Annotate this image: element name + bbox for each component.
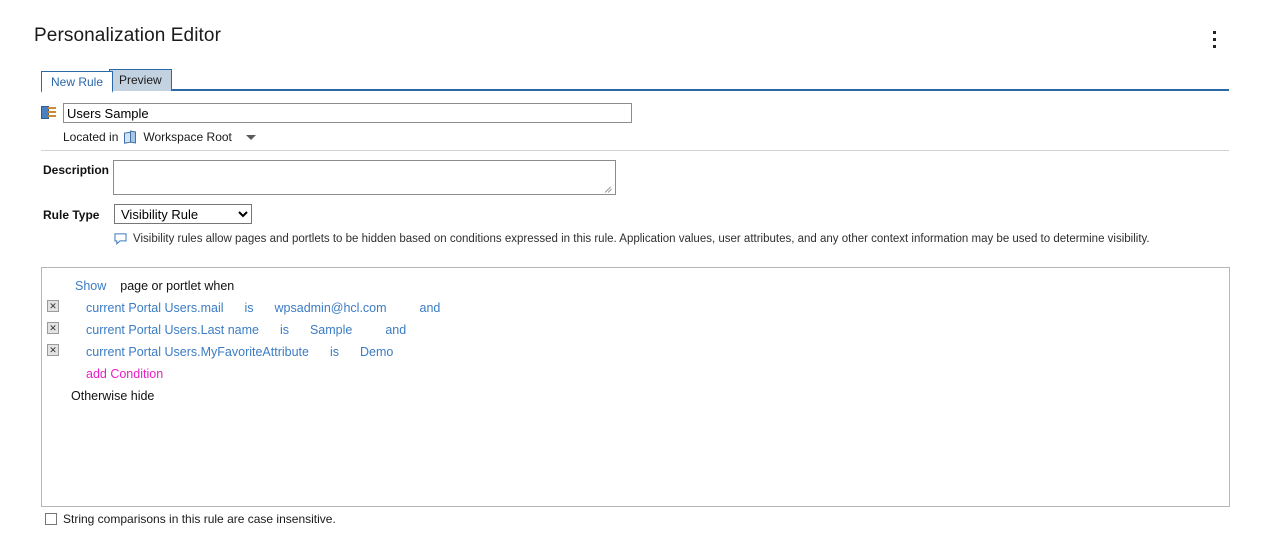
delete-condition-icon[interactable]: ✕ — [47, 344, 59, 356]
condition-value[interactable]: Sample — [310, 323, 352, 337]
condition-row: ✕ current Portal Users.MyFavoriteAttribu… — [42, 341, 1229, 363]
tab-new-rule[interactable]: New Rule — [41, 71, 114, 93]
help-text: Visibility rules allow pages and portlet… — [133, 233, 1150, 245]
add-condition-row: add Condition — [42, 363, 1229, 385]
otherwise-row: Otherwise hide — [42, 385, 1229, 407]
add-condition-link[interactable]: add Condition — [42, 367, 163, 381]
kebab-dot — [1212, 37, 1216, 41]
condition-attribute[interactable]: current Portal Users.mail — [86, 301, 224, 315]
condition-operator[interactable]: is — [245, 301, 254, 315]
condition-connector[interactable]: and — [385, 323, 406, 337]
condition-body: current Portal Users.mail is wpsadmin@hc… — [42, 301, 440, 315]
condition-body: current Portal Users.MyFavoriteAttribute… — [42, 345, 393, 359]
rule-document-icon — [41, 106, 56, 120]
condition-connector[interactable]: and — [420, 301, 441, 315]
rule-type-label: Rule Type — [43, 208, 100, 222]
rule-action-suffix: page or portlet when — [120, 279, 235, 293]
case-insensitive-row: String comparisons in this rule are case… — [45, 512, 336, 526]
condition-value[interactable]: wpsadmin@hcl.com — [275, 301, 387, 315]
case-insensitive-label: String comparisons in this rule are case… — [63, 512, 336, 526]
condition-operator[interactable]: is — [330, 345, 339, 359]
rule-editor-panel: Show page or portlet when ✕ current Port… — [41, 267, 1230, 507]
description-textarea[interactable] — [113, 160, 616, 195]
condition-row: ✕ current Portal Users.Last name is Samp… — [42, 319, 1229, 341]
description-label: Description — [43, 163, 110, 177]
tab-preview[interactable]: Preview — [109, 69, 172, 91]
condition-row: ✕ current Portal Users.mail is wpsadmin@… — [42, 297, 1229, 319]
otherwise-hide-label: Otherwise hide — [71, 389, 155, 403]
condition-body: current Portal Users.Last name is Sample… — [42, 323, 406, 337]
rule-name-input[interactable] — [63, 103, 632, 123]
condition-attribute[interactable]: current Portal Users.MyFavoriteAttribute — [86, 345, 309, 359]
rule-header-line: Show page or portlet when — [42, 275, 1229, 297]
divider — [41, 150, 1229, 151]
delete-condition-icon[interactable]: ✕ — [47, 322, 59, 334]
rule-action-show[interactable]: Show — [75, 279, 106, 293]
located-in-value: Workspace Root — [143, 130, 232, 144]
kebab-dot — [1212, 44, 1216, 48]
condition-operator[interactable]: is — [280, 323, 289, 337]
tab-strip-underline — [41, 89, 1229, 91]
chevron-down-icon[interactable] — [245, 134, 256, 140]
tab-strip: New Rule Preview — [41, 67, 1229, 93]
personalization-editor-page: Personalization Editor New Rule Preview … — [0, 0, 1268, 540]
speech-bubble-icon — [114, 233, 127, 245]
rule-type-select[interactable]: Visibility Rule — [114, 204, 252, 224]
kebab-menu-icon[interactable] — [1204, 26, 1224, 52]
case-insensitive-checkbox[interactable] — [45, 513, 57, 525]
delete-condition-icon[interactable]: ✕ — [47, 300, 59, 312]
condition-attribute[interactable]: current Portal Users.Last name — [86, 323, 259, 337]
help-row: Visibility rules allow pages and portlet… — [114, 232, 1224, 246]
page-title: Personalization Editor — [34, 25, 222, 46]
located-in-label: Located in — [63, 130, 119, 144]
located-in-row: Located in Workspace Root — [63, 130, 256, 144]
condition-value[interactable]: Demo — [360, 345, 393, 359]
kebab-dot — [1212, 30, 1216, 34]
workspace-icon — [124, 130, 137, 144]
rule-name-row — [41, 103, 632, 123]
